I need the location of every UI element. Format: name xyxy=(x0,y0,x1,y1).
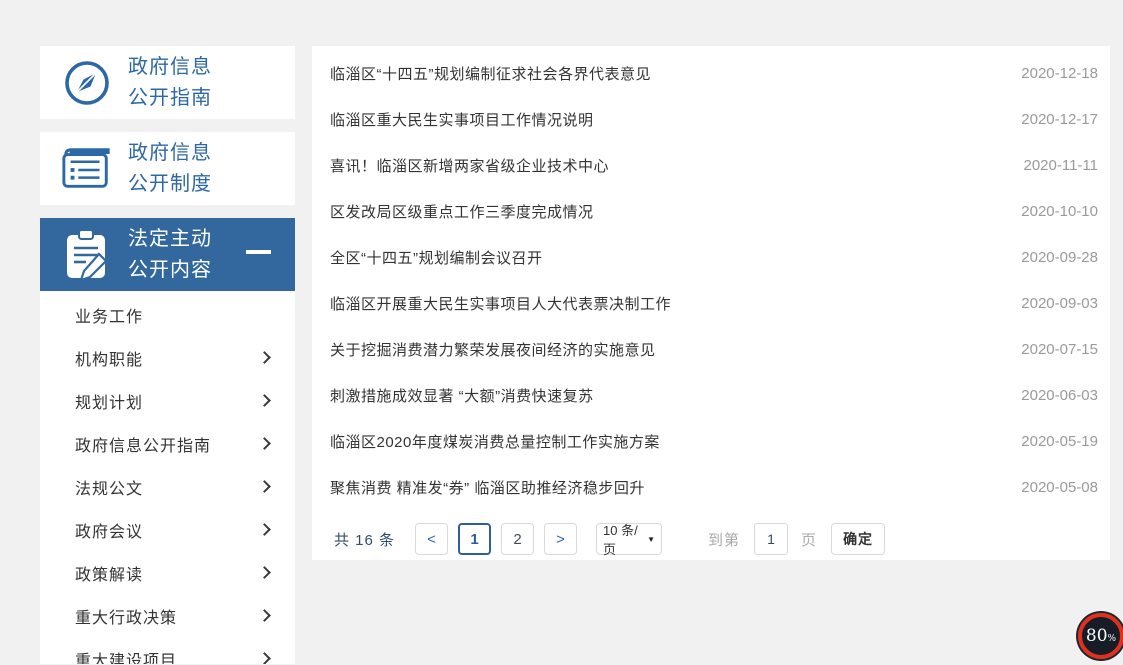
article-title[interactable]: 刺激措施成效显著 “大额”消费快速复苏 xyxy=(330,385,594,406)
article-title[interactable]: 临淄区重大民生实事项目工作情况说明 xyxy=(330,109,594,130)
article-date: 2020-09-03 xyxy=(1021,295,1098,312)
article-row[interactable]: 临淄区重大民生实事项目工作情况说明 2020-12-17 xyxy=(330,96,1098,142)
sidebar-menu-item[interactable]: 政府会议 xyxy=(40,508,295,551)
next-page-button[interactable]: > xyxy=(544,523,577,555)
menu-item-label: 法规公文 xyxy=(75,475,143,499)
caret-down-icon: ▼ xyxy=(647,535,655,544)
clipboard-pen-icon xyxy=(60,228,114,282)
notebook-icon xyxy=(60,142,114,196)
card-label-line: 公开内容 xyxy=(128,255,212,286)
article-title[interactable]: 区发改局区级重点工作三季度完成情况 xyxy=(330,201,594,222)
chevron-right-icon xyxy=(258,437,271,450)
goto-page-prefix-label: 到第 xyxy=(708,529,740,550)
article-date: 2020-06-03 xyxy=(1021,387,1098,404)
sidebar-menu-item[interactable]: 政府信息公开指南 xyxy=(40,422,295,465)
goto-page-input[interactable] xyxy=(754,523,788,555)
article-date: 2020-12-17 xyxy=(1021,111,1098,128)
sidebar: 政府信息 公开指南 政府信息 公开制度 xyxy=(40,46,295,664)
article-title[interactable]: 临淄区2020年度煤炭消费总量控制工作实施方案 xyxy=(330,431,660,452)
chevron-right-icon xyxy=(258,394,271,407)
zoom-value: 80 xyxy=(1086,626,1108,646)
pagination-bar: 共 16 条 < 1 2 > 10 条/页 ▼ 到第 页 确定 xyxy=(330,523,1098,555)
sidebar-menu-item[interactable]: 政策解读 xyxy=(40,551,295,594)
sidebar-menu-item[interactable]: 规划计划 xyxy=(40,379,295,422)
article-date: 2020-09-28 xyxy=(1021,249,1098,266)
card-label-line: 公开指南 xyxy=(128,83,212,114)
menu-item-label: 政府会议 xyxy=(75,518,143,542)
menu-item-label: 业务工作 xyxy=(75,303,143,327)
zoom-unit: % xyxy=(1108,634,1117,644)
chevron-right-icon xyxy=(258,566,271,579)
article-row[interactable]: 临淄区2020年度煤炭消费总量控制工作实施方案 2020-05-19 xyxy=(330,418,1098,464)
sidebar-menu-item[interactable]: 业务工作 xyxy=(40,293,295,336)
article-row[interactable]: 区发改局区级重点工作三季度完成情况 2020-10-10 xyxy=(330,188,1098,234)
article-date: 2020-12-18 xyxy=(1021,65,1098,82)
page-size-select[interactable]: 10 条/页 ▼ xyxy=(596,523,662,555)
article-row[interactable]: 聚焦消费 精准发“券” 临淄区助推经济稳步回升 2020-05-08 xyxy=(330,464,1098,510)
menu-item-label: 规划计划 xyxy=(75,389,143,413)
article-row[interactable]: 临淄区“十四五”规划编制征求社会各界代表意见 2020-12-18 xyxy=(330,50,1098,96)
sidebar-menu: 业务工作 机构职能 规划计划 政府信息公开指南 法规公文 xyxy=(40,291,295,664)
page-size-value: 10 条/页 xyxy=(603,520,642,558)
sidebar-menu-item[interactable]: 法规公文 xyxy=(40,465,295,508)
article-row[interactable]: 全区“十四五”规划编制会议召开 2020-09-28 xyxy=(330,234,1098,280)
article-panel: 临淄区“十四五”规划编制征求社会各界代表意见 2020-12-18 临淄区重大民… xyxy=(312,46,1110,560)
sidebar-menu-item[interactable]: 重大建设项目 xyxy=(40,637,295,664)
chevron-right-icon xyxy=(258,652,271,664)
article-title[interactable]: 全区“十四五”规划编制会议召开 xyxy=(330,247,543,268)
sidebar-item-gov-info-system[interactable]: 政府信息 公开制度 xyxy=(40,132,295,205)
card-label-line: 政府信息 xyxy=(128,138,212,169)
sidebar-item-statutory-disclosure[interactable]: 法定主动 公开内容 xyxy=(40,218,295,291)
sidebar-menu-item[interactable]: 重大行政决策 xyxy=(40,594,295,637)
article-row[interactable]: 刺激措施成效显著 “大额”消费快速复苏 2020-06-03 xyxy=(330,372,1098,418)
chevron-right-icon xyxy=(258,523,271,536)
article-title[interactable]: 聚焦消费 精准发“券” 临淄区助推经济稳步回升 xyxy=(330,477,645,498)
article-date: 2020-10-10 xyxy=(1021,203,1098,220)
article-date: 2020-05-19 xyxy=(1021,433,1098,450)
article-title[interactable]: 临淄区开展重大民生实事项目人大代表票决制工作 xyxy=(330,293,671,314)
sidebar-item-gov-info-guide[interactable]: 政府信息 公开指南 xyxy=(40,46,295,119)
card-label-line: 公开制度 xyxy=(128,169,212,200)
compass-icon xyxy=(60,56,114,110)
card-label-line: 政府信息 xyxy=(128,52,212,83)
article-list: 临淄区“十四五”规划编制征求社会各界代表意见 2020-12-18 临淄区重大民… xyxy=(330,50,1098,510)
menu-item-label: 政府信息公开指南 xyxy=(75,432,211,456)
card-label-line: 法定主动 xyxy=(128,224,212,255)
page-number-buttons: 1 2 xyxy=(458,523,544,555)
page-number-button[interactable]: 2 xyxy=(501,523,534,555)
article-title[interactable]: 临淄区“十四五”规划编制征求社会各界代表意见 xyxy=(330,63,651,84)
prev-page-button[interactable]: < xyxy=(415,523,448,555)
article-title[interactable]: 关于挖掘消费潜力繁荣发展夜间经济的实施意见 xyxy=(330,339,656,360)
total-count-label: 共 16 条 xyxy=(334,529,395,550)
chevron-right-icon xyxy=(258,351,271,364)
article-title[interactable]: 喜讯！临淄区新增两家省级企业技术中心 xyxy=(330,155,609,176)
article-row[interactable]: 喜讯！临淄区新增两家省级企业技术中心 2020-11-11 xyxy=(330,142,1098,188)
menu-item-label: 重大建设项目 xyxy=(75,647,177,665)
article-date: 2020-05-08 xyxy=(1021,479,1098,496)
article-row[interactable]: 临淄区开展重大民生实事项目人大代表票决制工作 2020-09-03 xyxy=(330,280,1098,326)
article-row[interactable]: 关于挖掘消费潜力繁荣发展夜间经济的实施意见 2020-07-15 xyxy=(330,326,1098,372)
menu-item-label: 重大行政决策 xyxy=(75,604,177,628)
article-date: 2020-11-11 xyxy=(1023,157,1098,174)
menu-item-label: 机构职能 xyxy=(75,346,143,370)
confirm-button[interactable]: 确定 xyxy=(831,523,885,555)
page-number-button[interactable]: 1 xyxy=(458,523,491,555)
goto-page-suffix-label: 页 xyxy=(801,529,817,550)
chevron-right-icon xyxy=(258,480,271,493)
article-date: 2020-07-15 xyxy=(1021,341,1098,358)
zoom-level-widget[interactable]: 80 % xyxy=(1078,613,1123,659)
chevron-right-icon xyxy=(258,609,271,622)
minus-icon[interactable] xyxy=(246,250,271,254)
sidebar-menu-item[interactable]: 机构职能 xyxy=(40,336,295,379)
menu-item-label: 政策解读 xyxy=(75,561,143,585)
